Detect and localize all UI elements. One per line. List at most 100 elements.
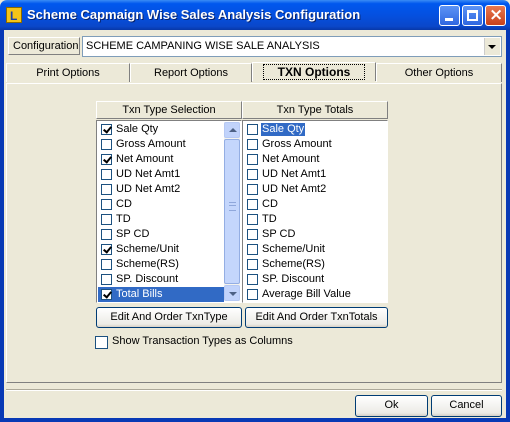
- txn-selection-item[interactable]: Total Bills: [98, 287, 224, 302]
- maximize-icon: [467, 10, 478, 21]
- maximize-button[interactable]: [462, 5, 483, 26]
- txn-totals-item-label: Average Bill Value: [262, 288, 351, 300]
- txn-selection-item[interactable]: Scheme/Unit: [98, 242, 224, 257]
- txn-totals-item-checkbox[interactable]: [247, 124, 258, 135]
- txn-selection-item-checkbox[interactable]: [101, 274, 112, 285]
- txn-type-selection-title: Txn Type Selection: [96, 101, 242, 119]
- txn-selection-scrollbar[interactable]: [224, 122, 240, 301]
- txn-selection-item[interactable]: UD Net Amt2: [98, 182, 224, 197]
- txn-selection-item-checkbox[interactable]: [101, 154, 112, 165]
- scroll-thumb[interactable]: [224, 139, 240, 284]
- tab-report-options[interactable]: Report Options: [130, 63, 252, 82]
- tab-other-options[interactable]: Other Options: [376, 63, 502, 82]
- close-button[interactable]: ×: [485, 5, 506, 26]
- txn-selection-item-label: Scheme/Unit: [116, 243, 179, 255]
- window-title: Scheme Capmaign Wise Sales Analysis Conf…: [27, 7, 361, 22]
- scroll-down-button[interactable]: [224, 285, 240, 301]
- configuration-label: Configuration: [8, 37, 80, 55]
- txn-totals-item[interactable]: Gross Amount: [244, 137, 386, 152]
- txn-type-totals-list[interactable]: Average Bill Value SP. Discount Scheme(RS)…: [242, 120, 388, 303]
- txn-type-selection-list[interactable]: Total Bills SP. Discount Scheme(RS) Scheme/…: [96, 120, 242, 303]
- txn-selection-item-checkbox[interactable]: [101, 214, 112, 225]
- txn-totals-item-label: TD: [262, 213, 277, 225]
- txn-totals-item-checkbox[interactable]: [247, 274, 258, 285]
- tab-print-options[interactable]: Print Options: [6, 63, 130, 82]
- edit-order-txntype-button[interactable]: Edit And Order TxnType: [96, 307, 242, 328]
- txn-totals-item[interactable]: UD Net Amt1: [244, 167, 386, 182]
- txn-selection-item-label: Gross Amount: [116, 138, 186, 150]
- txn-selection-item[interactable]: UD Net Amt1: [98, 167, 224, 182]
- txn-totals-item[interactable]: SP. Discount: [244, 272, 386, 287]
- txn-totals-item[interactable]: Average Bill Value: [244, 287, 386, 302]
- window-border-left: [0, 30, 4, 422]
- txn-selection-item-checkbox[interactable]: [101, 229, 112, 240]
- txn-selection-item[interactable]: Scheme(RS): [98, 257, 224, 272]
- txn-selection-item[interactable]: CD: [98, 197, 224, 212]
- txn-totals-item[interactable]: Scheme/Unit: [244, 242, 386, 257]
- txn-totals-item-checkbox[interactable]: [247, 244, 258, 255]
- txn-selection-item[interactable]: SP. Discount: [98, 272, 224, 287]
- configuration-dropdown-button[interactable]: [484, 38, 500, 55]
- close-icon: ×: [489, 5, 504, 25]
- txn-selection-item-checkbox[interactable]: [101, 124, 112, 135]
- ok-button[interactable]: Ok: [355, 395, 428, 417]
- txn-totals-item-checkbox[interactable]: [247, 214, 258, 225]
- title-bar[interactable]: L Scheme Capmaign Wise Sales Analysis Co…: [0, 0, 510, 30]
- txn-totals-item-label: UD Net Amt1: [262, 168, 327, 180]
- txn-totals-item-label: SP CD: [262, 228, 296, 240]
- tab-txn-options[interactable]: TXN Options: [252, 62, 376, 81]
- txn-totals-item[interactable]: Net Amount: [244, 152, 386, 167]
- scroll-up-button[interactable]: [224, 122, 240, 138]
- window-border-right: [506, 30, 510, 422]
- txn-selection-item[interactable]: Net Amount: [98, 152, 224, 167]
- txn-selection-item-label: UD Net Amt1: [116, 168, 181, 180]
- txn-selection-item-checkbox[interactable]: [101, 169, 112, 180]
- txn-totals-item-checkbox[interactable]: [247, 184, 258, 195]
- txn-selection-item-label: SP. Discount: [116, 273, 179, 285]
- txn-totals-item-checkbox[interactable]: [247, 259, 258, 270]
- txn-selection-item-checkbox[interactable]: [101, 244, 112, 255]
- txn-selection-item[interactable]: Sale Qty: [98, 122, 224, 137]
- txn-selection-item-label: Sale Qty: [116, 123, 159, 135]
- txn-selection-item[interactable]: SP CD: [98, 227, 224, 242]
- txn-totals-item[interactable]: UD Net Amt2: [244, 182, 386, 197]
- configuration-dropdown[interactable]: SCHEME CAMPANING WISE SALE ANALYSIS: [82, 36, 502, 57]
- txn-totals-item[interactable]: SP CD: [244, 227, 386, 242]
- txn-totals-item[interactable]: Sale Qty: [244, 122, 386, 137]
- arrow-up-icon: [229, 128, 237, 132]
- app-icon-letter: L: [10, 9, 18, 23]
- txn-totals-item[interactable]: Scheme(RS): [244, 257, 386, 272]
- txn-totals-item-checkbox[interactable]: [247, 169, 258, 180]
- txn-totals-item-checkbox[interactable]: [247, 229, 258, 240]
- txn-selection-item[interactable]: TD: [98, 212, 224, 227]
- show-as-columns-label[interactable]: Show Transaction Types as Columns: [112, 335, 293, 347]
- txn-selection-item-label: SP CD: [116, 228, 150, 240]
- txn-totals-item-checkbox[interactable]: [247, 199, 258, 210]
- show-as-columns-checkbox[interactable]: [95, 336, 108, 349]
- chevron-down-icon: [488, 45, 496, 49]
- txn-totals-item-label: CD: [262, 198, 278, 210]
- grip-icon: [229, 202, 236, 211]
- minimize-button[interactable]: [439, 5, 460, 26]
- txn-selection-item-checkbox[interactable]: [101, 199, 112, 210]
- txn-totals-item-label: Sale Qty: [261, 123, 306, 136]
- cancel-button[interactable]: Cancel: [431, 395, 502, 417]
- txn-selection-item-label: CD: [116, 198, 132, 210]
- txn-totals-item-checkbox[interactable]: [247, 289, 258, 300]
- txn-selection-item-checkbox[interactable]: [101, 139, 112, 150]
- txn-selection-item-checkbox[interactable]: [101, 289, 112, 300]
- txn-selection-item-checkbox[interactable]: [101, 184, 112, 195]
- txn-selection-item-checkbox[interactable]: [101, 259, 112, 270]
- txn-selection-item-label: TD: [116, 213, 131, 225]
- txn-totals-item-label: Scheme(RS): [262, 258, 325, 270]
- txn-selection-item-label: Scheme(RS): [116, 258, 179, 270]
- txn-totals-item-label: Scheme/Unit: [262, 243, 325, 255]
- app-icon[interactable]: L: [6, 7, 22, 23]
- edit-order-txntotals-button[interactable]: Edit And Order TxnTotals: [245, 307, 388, 328]
- txn-totals-item[interactable]: CD: [244, 197, 386, 212]
- txn-totals-item-checkbox[interactable]: [247, 154, 258, 165]
- txn-selection-item[interactable]: Gross Amount: [98, 137, 224, 152]
- txn-totals-item-checkbox[interactable]: [247, 139, 258, 150]
- arrow-down-icon: [229, 292, 237, 296]
- txn-totals-item[interactable]: TD: [244, 212, 386, 227]
